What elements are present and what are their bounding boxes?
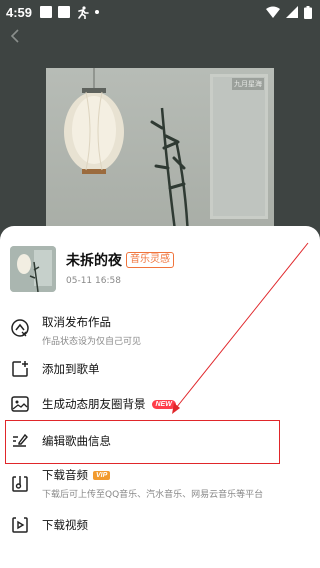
status-bar: 4:59 xyxy=(0,0,320,24)
menu-item-label: 下载音频 VIP xyxy=(42,467,263,483)
download-audio-icon xyxy=(12,476,28,492)
menu-item-label: 生成动态朋友圈背景 NEW xyxy=(42,396,176,412)
menu-item-label-text: 生成动态朋友圈背景 xyxy=(42,397,146,411)
add-to-playlist-icon xyxy=(12,361,28,377)
menu-item-sublabel: 下载后可上传至QQ音乐、汽水音乐、网易云音乐等平台 xyxy=(42,490,264,500)
menu-item-sublabel: 作品状态设为仅自己可见 xyxy=(42,337,142,347)
song-title: 未拆的夜 xyxy=(66,253,122,269)
status-time: 4:59 xyxy=(6,4,33,20)
menu-item-edit-song-info[interactable]: 编辑歌曲信息 xyxy=(0,430,320,452)
more-notifications-icon xyxy=(95,10,100,14)
menu-item-label: 添加到歌单 xyxy=(42,362,100,376)
vip-badge: VIP xyxy=(93,470,111,480)
new-badge: NEW xyxy=(151,399,176,409)
menu-item-label: 下载视频 xyxy=(42,518,88,532)
battery-icon xyxy=(304,5,312,19)
signal-icon xyxy=(286,6,298,18)
song-thumbnail xyxy=(10,246,56,292)
unpublish-icon xyxy=(11,319,29,337)
menu-item-add-to-playlist[interactable]: 添加到歌单 xyxy=(0,358,320,380)
song-header: 未拆的夜 音乐灵感 05-11 16:58 xyxy=(10,246,174,292)
menu-item-label: 编辑歌曲信息 xyxy=(42,434,111,448)
notification-icon xyxy=(58,6,71,18)
chevron-left-icon xyxy=(10,29,19,43)
window-label: 九月星海 xyxy=(232,78,264,90)
menu-item-label-text: 下载音频 xyxy=(42,468,88,482)
back-button[interactable] xyxy=(6,26,26,46)
window-frame xyxy=(210,74,268,219)
menu-item-label: 取消发布作品 xyxy=(42,315,111,329)
menu-item-download-video[interactable]: 下载视频 xyxy=(0,514,320,536)
song-tag: 音乐灵感 xyxy=(126,252,174,268)
song-date: 05-11 16:58 xyxy=(66,276,121,286)
menu-item-unpublish[interactable]: 取消发布作品 作品状态设为仅自己可见 xyxy=(0,312,320,347)
image-icon xyxy=(11,396,29,412)
menu-item-moments-background[interactable]: 生成动态朋友圈背景 NEW xyxy=(0,393,320,415)
running-icon xyxy=(78,5,89,19)
notification-icon xyxy=(40,6,53,18)
wifi-icon xyxy=(266,6,280,18)
menu-item-download-audio[interactable]: 下载音频 VIP 下载后可上传至QQ音乐、汽水音乐、网易云音乐等平台 xyxy=(0,466,320,500)
download-video-icon xyxy=(12,517,28,533)
edit-icon xyxy=(13,433,28,447)
cover-art: 九月星海 xyxy=(46,68,274,238)
